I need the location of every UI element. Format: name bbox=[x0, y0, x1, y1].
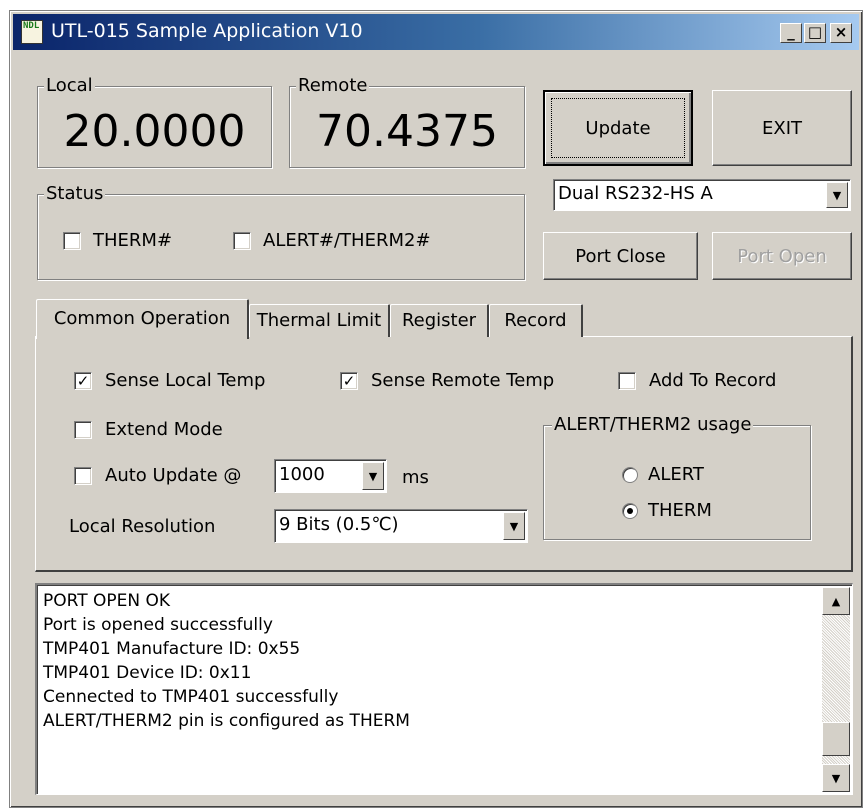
alert-usage-group: ALERT/THERM2 usage ALERT THERM bbox=[543, 414, 811, 540]
tab-label: Record bbox=[504, 310, 567, 331]
local-resolution-select[interactable]: 9 Bits (0.5℃) ▼ bbox=[274, 509, 528, 543]
auto-update-interval-value: 1000 bbox=[279, 464, 325, 485]
tab-common-operation[interactable]: Common Operation bbox=[36, 299, 249, 339]
port-open-label: Port Open bbox=[737, 245, 827, 267]
chevron-down-icon[interactable]: ▼ bbox=[503, 512, 525, 540]
tab-label: Common Operation bbox=[53, 308, 231, 329]
remote-readout-group: Remote 70.4375 bbox=[289, 75, 525, 168]
remote-temperature-value: 70.4375 bbox=[316, 106, 498, 157]
scroll-down-icon[interactable]: ▼ bbox=[822, 764, 850, 792]
sense-local-label: Sense Local Temp bbox=[105, 370, 266, 391]
update-button[interactable]: Update bbox=[543, 90, 693, 166]
scroll-thumb[interactable] bbox=[822, 722, 850, 756]
add-to-record-label: Add To Record bbox=[649, 370, 777, 391]
log-line: Port is opened successfully bbox=[43, 615, 273, 635]
title-bar[interactable]: NDL UTL-015 Sample Application V10 _ □ × bbox=[13, 14, 859, 50]
log-line: PORT OPEN OK bbox=[43, 591, 171, 611]
auto-update-interval-select[interactable]: 1000 ▼ bbox=[274, 459, 387, 493]
status-label: Status bbox=[44, 183, 106, 205]
alert-label: ALERT#/THERM2# bbox=[263, 230, 431, 251]
log-line: TMP401 Manufacture ID: 0x55 bbox=[43, 639, 301, 659]
alert-radio[interactable] bbox=[622, 467, 638, 483]
extend-mode-label: Extend Mode bbox=[105, 419, 223, 440]
local-temperature-value: 20.0000 bbox=[63, 106, 246, 157]
extend-mode-checkbox[interactable] bbox=[74, 421, 92, 439]
sense-local-checkbox[interactable]: ✓ bbox=[74, 372, 92, 390]
port-select-value: Dual RS232-HS A bbox=[558, 183, 713, 204]
sense-remote-label: Sense Remote Temp bbox=[371, 370, 555, 391]
local-label: Local bbox=[44, 75, 95, 97]
tab-register[interactable]: Register bbox=[390, 304, 489, 337]
close-button[interactable]: × bbox=[830, 23, 852, 43]
focus-rect bbox=[551, 98, 685, 158]
alert-usage-label: ALERT/THERM2 usage bbox=[552, 414, 754, 436]
radio-selected-dot bbox=[627, 508, 633, 514]
log-output[interactable]: PORT OPEN OK Port is opened successfully… bbox=[35, 583, 853, 795]
app-icon: NDL bbox=[21, 20, 43, 44]
interval-unit-label: ms bbox=[402, 467, 429, 488]
status-group: Status THERM# ALERT#/THERM2# bbox=[37, 183, 525, 280]
chevron-down-icon[interactable]: ▼ bbox=[362, 462, 384, 490]
remote-label: Remote bbox=[296, 75, 370, 97]
auto-update-checkbox[interactable] bbox=[74, 467, 92, 485]
port-close-button[interactable]: Port Close bbox=[543, 232, 698, 280]
tab-record[interactable]: Record bbox=[489, 304, 583, 337]
therm-label: THERM# bbox=[93, 230, 173, 251]
alert-radio-label: ALERT bbox=[648, 464, 704, 485]
local-resolution-value: 9 Bits (0.5℃) bbox=[279, 514, 399, 535]
add-to-record-checkbox[interactable] bbox=[618, 372, 636, 390]
log-line: TMP401 Device ID: 0x11 bbox=[43, 663, 252, 683]
log-line: ALERT/THERM2 pin is configured as THERM bbox=[43, 711, 410, 731]
tab-label: Thermal Limit bbox=[256, 310, 382, 331]
therm-radio-label: THERM bbox=[648, 500, 712, 521]
tab-label: Register bbox=[401, 310, 477, 331]
port-close-label: Port Close bbox=[575, 245, 666, 267]
log-lines: PORT OPEN OK Port is opened successfully… bbox=[43, 589, 410, 733]
window-title: UTL-015 Sample Application V10 bbox=[51, 20, 363, 42]
sense-remote-checkbox[interactable]: ✓ bbox=[340, 372, 358, 390]
exit-button-label: EXIT bbox=[761, 117, 802, 139]
scroll-up-icon[interactable]: ▲ bbox=[822, 587, 850, 615]
app-window: NDL UTL-015 Sample Application V10 _ □ ×… bbox=[9, 10, 863, 808]
maximize-button[interactable]: □ bbox=[804, 23, 826, 43]
minimize-button[interactable]: _ bbox=[780, 23, 802, 43]
therm-checkbox[interactable] bbox=[63, 232, 81, 250]
therm-radio[interactable] bbox=[622, 503, 638, 519]
log-scrollbar[interactable]: ▲ ▼ bbox=[822, 587, 850, 792]
alert-checkbox[interactable] bbox=[233, 232, 251, 250]
chevron-down-icon[interactable]: ▼ bbox=[826, 182, 848, 208]
local-readout-group: Local 20.0000 bbox=[37, 75, 272, 168]
local-resolution-label: Local Resolution bbox=[69, 516, 216, 537]
port-select[interactable]: Dual RS232-HS A ▼ bbox=[553, 179, 851, 211]
log-line: Cennected to TMP401 successfully bbox=[43, 687, 339, 707]
port-open-button[interactable]: Port Open bbox=[712, 232, 852, 280]
auto-update-label: Auto Update @ bbox=[105, 465, 242, 486]
exit-button[interactable]: EXIT bbox=[712, 90, 852, 166]
tab-thermal-limit[interactable]: Thermal Limit bbox=[249, 304, 390, 337]
